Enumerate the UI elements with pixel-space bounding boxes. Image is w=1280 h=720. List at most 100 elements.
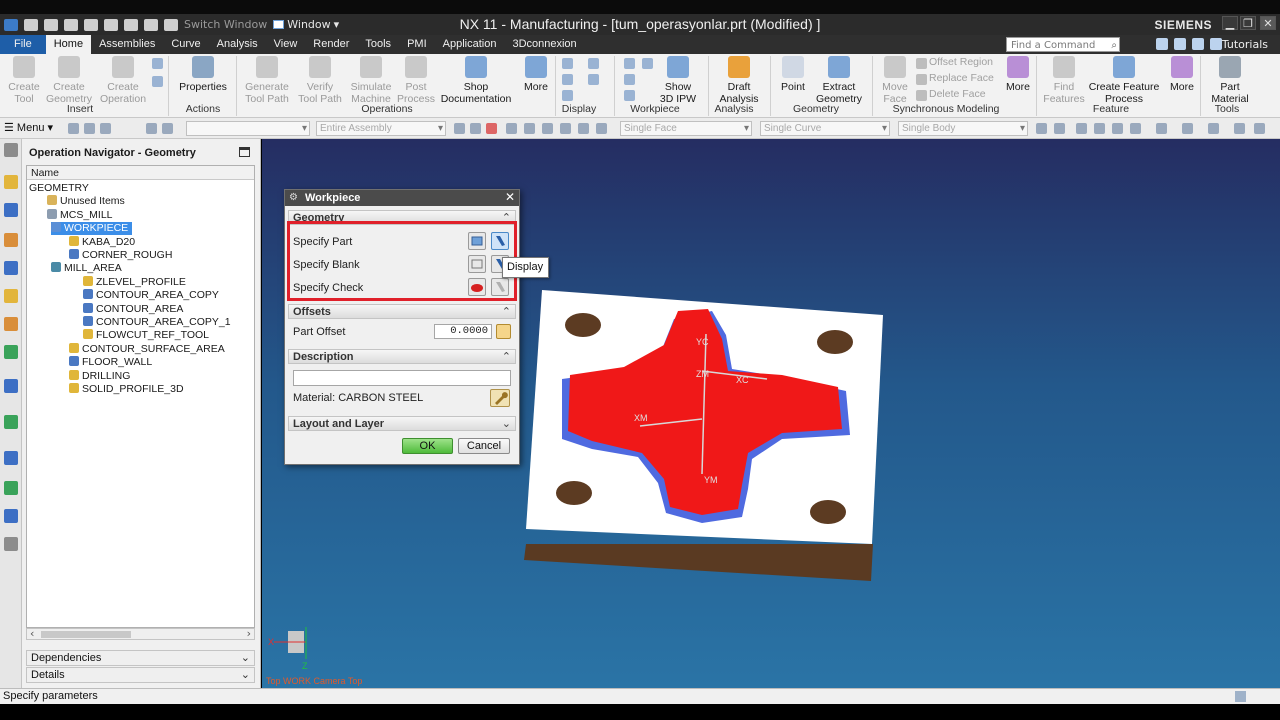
extract-geometry-button[interactable]: Extract Geometry bbox=[812, 56, 866, 105]
tree-item[interactable]: WORKPIECE bbox=[51, 222, 133, 236]
tree-item[interactable]: CONTOUR_SURFACE_AREA bbox=[69, 342, 225, 356]
details-panel[interactable]: Details ⌄ bbox=[26, 667, 255, 683]
display-icon-1[interactable] bbox=[562, 58, 573, 69]
toolbar-icon-13[interactable] bbox=[578, 123, 589, 134]
toolbar-icon-21[interactable] bbox=[1156, 123, 1167, 134]
constraint-navigator-icon[interactable] bbox=[4, 317, 18, 331]
more-sync-button[interactable]: More bbox=[1002, 56, 1034, 93]
tree-item[interactable]: GEOMETRY bbox=[29, 182, 89, 195]
web-browser-icon[interactable] bbox=[4, 415, 18, 429]
find-features-button[interactable]: Find Features bbox=[1040, 56, 1088, 105]
replace-face-button[interactable]: Replace Face bbox=[929, 72, 994, 84]
scroll-thumb[interactable] bbox=[41, 631, 131, 638]
toolbar-icon-15[interactable] bbox=[1036, 123, 1047, 134]
tab-analysis[interactable]: Analysis bbox=[209, 35, 266, 54]
post-process-button[interactable]: Post Process bbox=[396, 56, 436, 105]
horizontal-scrollbar[interactable]: ‹ › bbox=[26, 627, 255, 640]
restore-button[interactable]: ❐ bbox=[1240, 16, 1256, 30]
toolbar-icon-18[interactable] bbox=[1094, 123, 1105, 134]
toolbar-icon-10[interactable] bbox=[524, 123, 535, 134]
small-icon-2[interactable] bbox=[152, 76, 163, 87]
roles-icon[interactable] bbox=[4, 537, 18, 551]
dropdown-icon[interactable] bbox=[1210, 38, 1222, 50]
replace-face-icon[interactable] bbox=[916, 74, 927, 85]
scroll-left-icon[interactable]: ‹ bbox=[30, 627, 34, 640]
tab-file[interactable]: File bbox=[0, 35, 46, 54]
toolbar-icon-6[interactable] bbox=[454, 123, 465, 134]
toolbar-icon-4[interactable] bbox=[146, 123, 157, 134]
part-material-button[interactable]: Part Material bbox=[1204, 56, 1256, 105]
toolbar-icon-16[interactable] bbox=[1054, 123, 1065, 134]
workpiece-icon-3[interactable] bbox=[624, 90, 635, 101]
type-filter-select[interactable] bbox=[186, 121, 310, 136]
reuse-library-icon[interactable] bbox=[4, 379, 18, 393]
body-rule-select[interactable]: Single Body bbox=[898, 121, 1028, 136]
small-icon-1[interactable] bbox=[152, 58, 163, 69]
toolbar-icon-7[interactable] bbox=[470, 123, 481, 134]
cancel-button[interactable]: Cancel bbox=[458, 438, 510, 454]
tree-item[interactable]: SOLID_PROFILE_3D bbox=[69, 383, 184, 396]
help-icon[interactable] bbox=[1192, 38, 1204, 50]
toolbar-icon-9[interactable] bbox=[506, 123, 517, 134]
find-command-input[interactable]: Find a Command ⌕ bbox=[1006, 37, 1120, 52]
tab-home[interactable]: Home bbox=[45, 35, 92, 54]
minimize-button[interactable]: ▁ bbox=[1222, 16, 1238, 30]
menu-button[interactable]: ☰ Menu ▾ bbox=[4, 121, 53, 134]
display-icon-3[interactable] bbox=[562, 90, 573, 101]
history-icon[interactable] bbox=[4, 451, 18, 465]
more-operations-button[interactable]: More bbox=[520, 56, 552, 93]
tab-view[interactable]: View bbox=[266, 35, 306, 54]
toolbar-icon-24[interactable] bbox=[1234, 123, 1245, 134]
properties-button[interactable]: Properties bbox=[176, 56, 230, 93]
tab-pmi[interactable]: PMI bbox=[399, 35, 435, 54]
generate-tool-path-button[interactable]: Generate Tool Path bbox=[242, 56, 292, 105]
show-3d-ipw-button[interactable]: Show 3D IPW bbox=[652, 56, 704, 105]
create-geometry-button[interactable]: Create Geometry bbox=[44, 56, 94, 105]
tree-item[interactable]: MCS_MILL bbox=[47, 208, 113, 222]
toolbar-icon-8[interactable] bbox=[486, 123, 497, 134]
toolbar-icon-19[interactable] bbox=[1112, 123, 1123, 134]
tree-item[interactable]: MILL_AREA bbox=[51, 262, 122, 275]
workpiece-icon-1[interactable] bbox=[624, 58, 635, 69]
part-navigator-icon[interactable] bbox=[4, 345, 18, 359]
close-icon[interactable]: ✕ bbox=[505, 190, 515, 204]
lock-icon[interactable] bbox=[496, 324, 511, 339]
delete-face-button[interactable]: Delete Face bbox=[929, 88, 986, 100]
ribbon-options-icon[interactable] bbox=[1174, 38, 1186, 50]
layout-layer-section-header[interactable]: Layout and Layer ⌄ bbox=[288, 416, 516, 431]
display-icon-5[interactable] bbox=[588, 74, 599, 85]
toolbar-icon-22[interactable] bbox=[1182, 123, 1193, 134]
delete-face-icon[interactable] bbox=[916, 90, 927, 101]
curve-rule-select[interactable]: Single Curve bbox=[760, 121, 890, 136]
toolbar-icon-12[interactable] bbox=[560, 123, 571, 134]
toolbar-icon-2[interactable] bbox=[84, 123, 95, 134]
toolbar-icon-20[interactable] bbox=[1130, 123, 1141, 134]
material-wrench-button[interactable] bbox=[490, 389, 510, 407]
toolbar-icon-23[interactable] bbox=[1208, 123, 1219, 134]
tab-application[interactable]: Application bbox=[435, 35, 505, 54]
move-face-button[interactable]: Move Face bbox=[878, 56, 912, 105]
draft-analysis-button[interactable]: Draft Analysis bbox=[712, 56, 766, 105]
tree-item[interactable]: FLOWCUT_REF_TOOL bbox=[83, 329, 209, 342]
tab-3dconnexion[interactable]: 3Dconnexion bbox=[504, 35, 584, 54]
create-tool-button[interactable]: Create Tool bbox=[6, 56, 42, 105]
toolbar-icon-11[interactable] bbox=[542, 123, 553, 134]
simulate-machine-button[interactable]: Simulate Machine bbox=[348, 56, 394, 105]
process-studio-icon[interactable] bbox=[4, 509, 18, 523]
offset-region-button[interactable]: Offset Region bbox=[929, 56, 993, 68]
navigator-tree[interactable]: Name GEOMETRY Unused Items MCS_MILL WORKPIE… bbox=[26, 165, 255, 628]
create-operation-button[interactable]: Create Operation bbox=[98, 56, 148, 105]
point-button[interactable]: Point bbox=[776, 56, 810, 93]
resource-settings-icon[interactable] bbox=[4, 143, 18, 157]
shop-documentation-button[interactable]: Shop Documentation bbox=[438, 56, 514, 105]
create-feature-process-button[interactable]: Create Feature Process bbox=[1088, 56, 1160, 105]
tab-tools[interactable]: Tools bbox=[357, 35, 399, 54]
maximize-icon[interactable] bbox=[239, 147, 250, 157]
offset-region-icon[interactable] bbox=[916, 58, 927, 69]
geometry-view-icon[interactable] bbox=[4, 233, 18, 247]
verify-tool-path-button[interactable]: Verify Tool Path bbox=[296, 56, 344, 105]
ok-button[interactable]: OK bbox=[402, 438, 453, 454]
tree-item[interactable]: ZLEVEL_PROFILE bbox=[83, 275, 186, 289]
dependencies-panel[interactable]: Dependencies ⌄ bbox=[26, 650, 255, 666]
method-view-icon[interactable] bbox=[4, 261, 18, 275]
